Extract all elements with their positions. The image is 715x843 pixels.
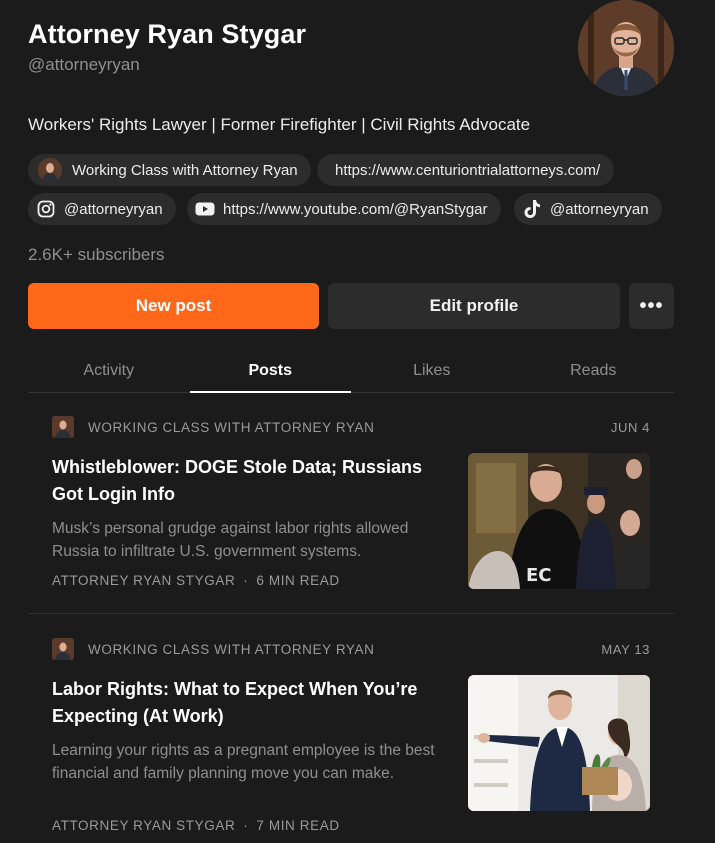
publication-logo-icon (52, 638, 74, 660)
profile-bio: Workers' Rights Lawyer | Former Firefigh… (28, 115, 531, 134)
instagram-icon (36, 199, 56, 219)
separator-dot: · (243, 818, 249, 833)
post-title[interactable]: Whistleblower: DOGE Stole Data; Russians… (52, 454, 432, 508)
post-subtitle: Musk’s personal grudge against labor rig… (52, 520, 409, 560)
link-chip-label: https://www.centuriontrialattorneys.com/ (335, 161, 601, 179)
post-publication[interactable]: WORKING CLASS WITH ATTORNEY RYAN (52, 416, 375, 438)
link-chip-label: @attorneyryan (64, 200, 163, 218)
post-divider (28, 613, 674, 614)
new-post-button[interactable]: New post (28, 283, 319, 329)
post-title[interactable]: Labor Rights: What to Expect When You’re… (52, 676, 432, 730)
post-read-time: 6 MIN READ (256, 573, 340, 588)
svg-text:EC: EC (526, 565, 552, 586)
tiktok-icon (522, 199, 542, 219)
post-thumbnail[interactable] (468, 675, 650, 811)
post-meta: ATTORNEY RYAN STYGAR · 7 MIN READ (52, 818, 340, 833)
post-date: MAY 13 (601, 642, 650, 657)
link-chip-youtube[interactable]: https://www.youtube.com/@RyanStygar (187, 193, 501, 225)
link-chip-label: https://www.youtube.com/@RyanStygar (223, 200, 488, 218)
profile-name: Attorney Ryan Stygar (28, 19, 307, 49)
profile-handle: @attorneyryan (28, 55, 140, 74)
ellipsis-icon: ••• (639, 294, 664, 317)
post-date: JUN 4 (610, 420, 650, 435)
post-card[interactable]: WORKING CLASS WITH ATTORNEY RYAN JUN 4 W… (28, 416, 674, 612)
post-meta: ATTORNEY RYAN STYGAR · 6 MIN READ (52, 573, 340, 588)
office-photo-icon (468, 675, 650, 811)
youtube-icon (195, 199, 215, 219)
tab-posts[interactable]: Posts (189, 352, 352, 393)
link-chip-publication[interactable]: Working Class with Attorney Ryan (28, 154, 311, 186)
link-chip-instagram[interactable]: @attorneyryan (28, 193, 176, 225)
post-read-time: 7 MIN READ (256, 818, 340, 833)
post-subtitle: Learning your rights as a pregnant emplo… (52, 742, 435, 782)
publication-name: WORKING CLASS WITH ATTORNEY RYAN (88, 419, 375, 435)
publication-avatar-icon (38, 158, 62, 182)
post-author[interactable]: ATTORNEY RYAN STYGAR (52, 573, 235, 588)
tab-likes[interactable]: Likes (351, 352, 513, 392)
post-publication[interactable]: WORKING CLASS WITH ATTORNEY RYAN (52, 638, 375, 660)
edit-profile-button[interactable]: Edit profile (328, 283, 620, 329)
post-card[interactable]: WORKING CLASS WITH ATTORNEY RYAN MAY 13 … (28, 638, 674, 843)
link-chip-label: @attorneyryan (550, 200, 649, 218)
profile-avatar[interactable] (578, 0, 674, 96)
link-chip-tiktok[interactable]: @attorneyryan (514, 193, 662, 225)
post-author[interactable]: ATTORNEY RYAN STYGAR (52, 818, 235, 833)
profile-tabs: Activity Posts Likes Reads (28, 352, 674, 393)
tab-activity[interactable]: Activity (28, 352, 190, 392)
tab-reads[interactable]: Reads (513, 352, 675, 392)
link-chip-label: Working Class with Attorney Ryan (72, 161, 298, 179)
publication-name: WORKING CLASS WITH ATTORNEY RYAN (88, 641, 375, 657)
news-photo-icon: EC (468, 453, 650, 589)
more-options-button[interactable]: ••• (629, 283, 674, 329)
post-thumbnail[interactable]: EC (468, 453, 650, 589)
separator-dot: · (243, 573, 249, 588)
publication-logo-icon (52, 416, 74, 438)
subscriber-count: 2.6K+ subscribers (28, 245, 165, 264)
profile-photo-icon (578, 0, 674, 96)
link-chip-website[interactable]: https://www.centuriontrialattorneys.com/ (317, 154, 615, 186)
